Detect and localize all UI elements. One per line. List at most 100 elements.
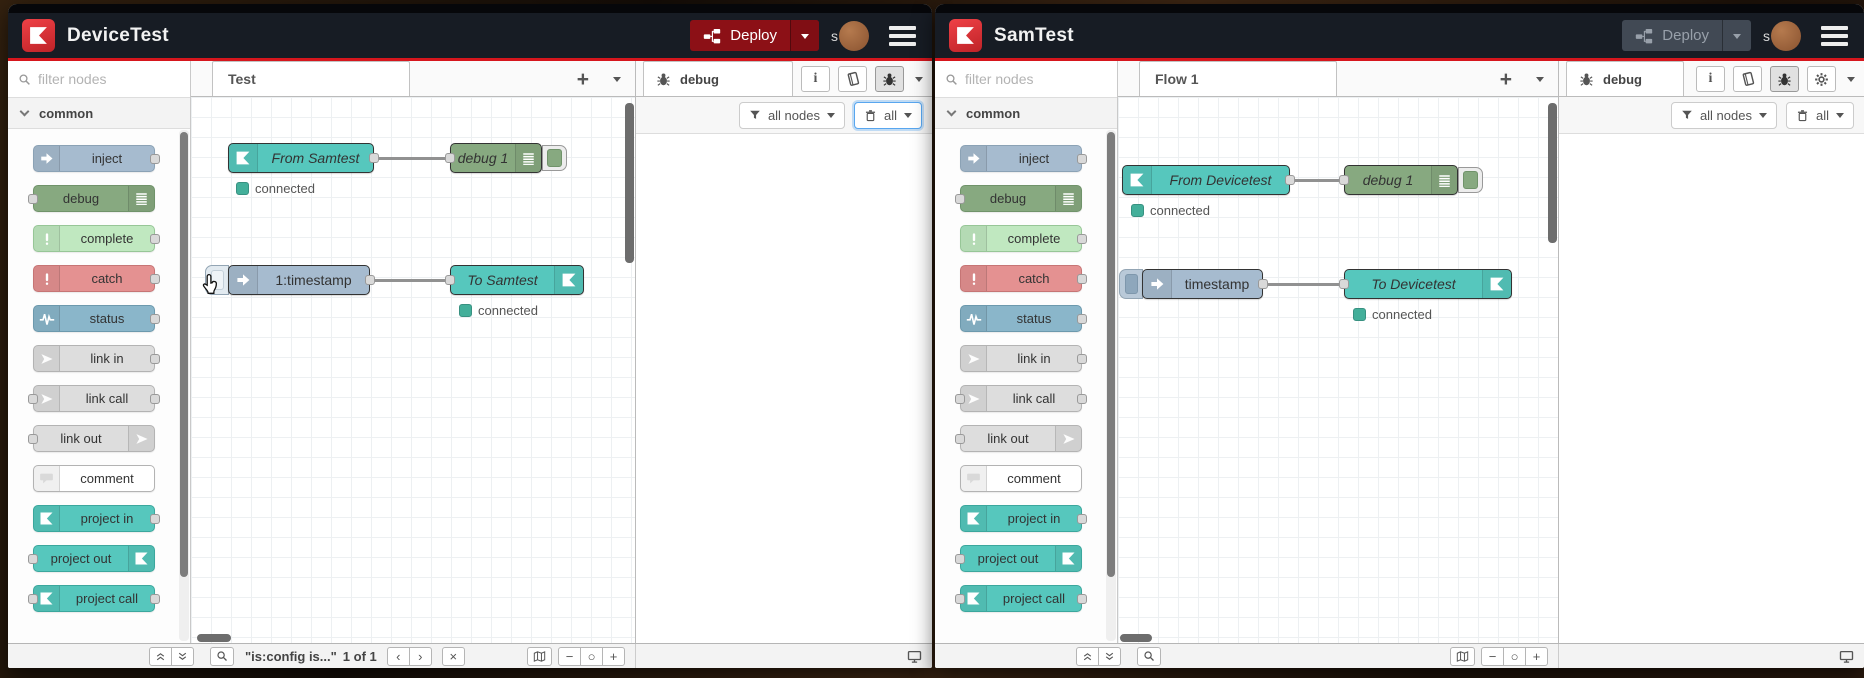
output-port[interactable] [1077, 594, 1087, 604]
collapse-down-button[interactable] [1098, 646, 1121, 666]
output-port[interactable] [1077, 274, 1087, 284]
output-port[interactable] [1077, 154, 1087, 164]
palette-node-complete[interactable]: complete [33, 225, 160, 252]
debug-filter-dropdown[interactable]: all nodes [1670, 101, 1777, 129]
zoom-out-button[interactable]: − [558, 646, 581, 666]
avatar[interactable]: s [1763, 20, 1801, 51]
debug-clear-button[interactable]: all [853, 101, 922, 129]
palette-node-inject[interactable]: inject [960, 145, 1087, 172]
input-port[interactable] [1339, 175, 1349, 185]
search-prev-button[interactable]: ‹ [386, 646, 410, 666]
output-port[interactable] [150, 154, 160, 164]
palette-scrollbar[interactable] [179, 130, 189, 641]
output-port[interactable] [1077, 394, 1087, 404]
output-port[interactable] [150, 354, 160, 364]
zoom-reset-button[interactable]: ○ [1503, 646, 1526, 666]
info-button[interactable]: i [801, 66, 830, 92]
palette-node-status[interactable]: status [960, 305, 1087, 332]
canvas-vertical-scrollbar[interactable] [625, 103, 634, 263]
search-close-button[interactable]: × [441, 646, 465, 666]
palette-node-link-call[interactable]: link call [955, 385, 1087, 412]
flow-tab[interactable]: Flow 1 [1139, 61, 1337, 96]
input-port[interactable] [28, 434, 38, 444]
debug-toggle-button[interactable] [542, 145, 567, 171]
output-port[interactable] [369, 153, 379, 163]
input-port[interactable] [28, 194, 38, 204]
deploy-options-button[interactable] [1722, 20, 1751, 51]
flow-node-inject[interactable]: timestamp [1142, 269, 1268, 299]
zoom-in-button[interactable]: + [602, 646, 625, 666]
input-port[interactable] [955, 594, 965, 604]
flow-node-debug1[interactable]: debug 1 [1339, 165, 1458, 195]
add-flow-button[interactable]: + [577, 69, 589, 90]
input-port[interactable] [955, 434, 965, 444]
debug-panel-button[interactable] [1770, 66, 1799, 92]
workspace-canvas[interactable]: From Samtest debug 1 connected 1:timesta… [191, 97, 635, 643]
palette-node-project-call[interactable]: project call [955, 585, 1087, 612]
wire[interactable] [1290, 179, 1344, 182]
flow-tab[interactable]: Test [212, 61, 410, 96]
input-port[interactable] [28, 394, 38, 404]
debug-panel-button[interactable] [875, 66, 904, 92]
palette-node-link-out[interactable]: link out [955, 425, 1082, 452]
search-button[interactable] [1137, 646, 1161, 666]
navigator-button[interactable] [527, 646, 552, 666]
palette-node-project-in[interactable]: project in [33, 505, 160, 532]
flow-node-debug1[interactable]: debug 1 [445, 143, 542, 173]
help-button[interactable] [838, 66, 867, 92]
canvas-vertical-scrollbar[interactable] [1548, 103, 1557, 243]
palette-node-link-out[interactable]: link out [28, 425, 155, 452]
sidebar-options-chevron-icon[interactable] [1847, 77, 1855, 86]
output-port[interactable] [1077, 234, 1087, 244]
input-port[interactable] [955, 394, 965, 404]
palette-node-link-call[interactable]: link call [28, 385, 160, 412]
palette-filter-input[interactable] [38, 71, 156, 87]
input-port[interactable] [28, 594, 38, 604]
flow-node-from-devicetest[interactable]: From Devicetest [1122, 165, 1295, 195]
zoom-in-button[interactable]: + [1525, 646, 1548, 666]
palette-node-link-in[interactable]: link in [33, 345, 160, 372]
palette-node-project-call[interactable]: project call [28, 585, 160, 612]
palette-node-project-out[interactable]: project out [955, 545, 1082, 572]
wire[interactable] [374, 157, 450, 160]
inject-trigger-button[interactable] [1119, 269, 1143, 299]
collapse-down-button[interactable] [171, 646, 194, 666]
search-next-button[interactable]: › [408, 646, 432, 666]
tab-debug[interactable]: debug [643, 61, 793, 96]
palette-category-common[interactable]: common [935, 98, 1117, 129]
palette-node-inject[interactable]: inject [33, 145, 160, 172]
deploy-button[interactable]: Deploy [690, 20, 819, 51]
output-port[interactable] [1077, 354, 1087, 364]
collapse-up-button[interactable] [1076, 646, 1099, 666]
input-port[interactable] [445, 153, 455, 163]
info-button[interactable]: i [1696, 66, 1725, 92]
output-port[interactable] [1258, 279, 1268, 289]
deploy-options-button[interactable] [790, 20, 819, 51]
output-port[interactable] [150, 394, 160, 404]
output-port[interactable] [365, 275, 375, 285]
output-port[interactable] [150, 514, 160, 524]
wire[interactable] [1267, 283, 1344, 286]
menu-icon[interactable] [889, 25, 916, 46]
input-port[interactable] [955, 194, 965, 204]
help-button[interactable] [1733, 66, 1762, 92]
sidebar-options-chevron-icon[interactable] [915, 77, 923, 86]
debug-toggle-button[interactable] [1458, 167, 1483, 193]
avatar[interactable]: s [831, 20, 869, 51]
palette-node-comment[interactable]: comment [960, 465, 1082, 492]
deploy-button[interactable]: Deploy [1622, 20, 1751, 51]
menu-icon[interactable] [1821, 25, 1848, 46]
input-port[interactable] [1339, 279, 1349, 289]
flow-node-from-samtest[interactable]: From Samtest [228, 143, 379, 173]
flow-node-to-samtest[interactable]: To Samtest [445, 265, 584, 295]
output-port[interactable] [150, 234, 160, 244]
inject-trigger-button[interactable] [205, 265, 229, 295]
flow-list-chevron-icon[interactable] [1536, 77, 1544, 86]
output-port[interactable] [150, 314, 160, 324]
debug-clear-button[interactable]: all [1785, 101, 1854, 129]
output-port[interactable] [1077, 514, 1087, 524]
palette-node-project-out[interactable]: project out [28, 545, 155, 572]
input-port[interactable] [445, 275, 455, 285]
navigator-button[interactable] [1450, 646, 1475, 666]
output-port[interactable] [1077, 314, 1087, 324]
